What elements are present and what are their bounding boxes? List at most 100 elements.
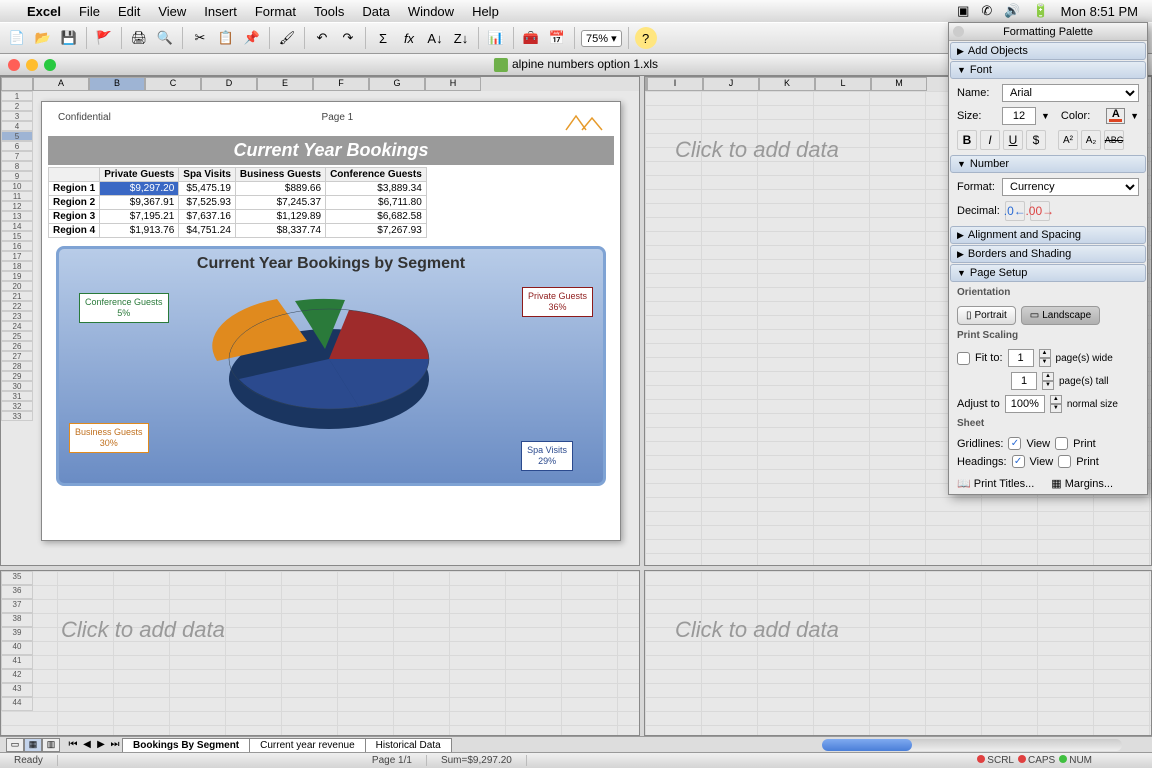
paste-button[interactable]: 📌 xyxy=(241,27,263,49)
tab-historical[interactable]: Historical Data xyxy=(365,738,452,752)
landscape-button[interactable]: ▭ Landscape xyxy=(1021,306,1100,325)
fit-wide-input[interactable] xyxy=(1008,349,1034,367)
menu-insert[interactable]: Insert xyxy=(204,4,237,19)
copy-button[interactable]: 📋 xyxy=(215,27,237,49)
open-button[interactable]: 📂 xyxy=(32,27,54,49)
horizontal-scrollbar[interactable] xyxy=(822,739,1122,751)
superscript-button[interactable]: A² xyxy=(1058,130,1078,150)
section-font[interactable]: ▼Font xyxy=(950,61,1146,79)
menu-view[interactable]: View xyxy=(158,4,186,19)
view-layout-button[interactable]: ▦ xyxy=(24,738,42,752)
data-table[interactable]: Private GuestsSpa VisitsBusiness GuestsC… xyxy=(48,167,427,238)
tab-revenue[interactable]: Current year revenue xyxy=(249,738,366,752)
currency-button[interactable]: $ xyxy=(1026,130,1046,150)
help-button[interactable]: ? xyxy=(635,27,657,49)
close-button[interactable] xyxy=(8,59,20,71)
tab-last-button[interactable]: ⏭ xyxy=(108,739,122,750)
save-button[interactable]: 💾 xyxy=(58,27,80,49)
increase-decimal-button[interactable]: .00→ xyxy=(1030,201,1050,221)
view-normal-button[interactable]: ▭ xyxy=(6,738,24,752)
menu-tools[interactable]: Tools xyxy=(314,4,344,19)
subscript-button[interactable]: A₂ xyxy=(1081,130,1101,150)
placeholder-br[interactable]: Click to add data xyxy=(675,617,839,643)
menu-format[interactable]: Format xyxy=(255,4,296,19)
fit-to-checkbox[interactable] xyxy=(957,352,970,365)
adjust-input[interactable] xyxy=(1005,395,1045,413)
section-number[interactable]: ▼Number xyxy=(950,155,1146,173)
pie-chart[interactable]: Current Year Bookings by Segment Private… xyxy=(56,246,606,486)
cut-button[interactable]: ✂ xyxy=(189,27,211,49)
section-borders[interactable]: ▶Borders and Shading xyxy=(950,245,1146,263)
zoom-button[interactable] xyxy=(44,59,56,71)
font-size-input[interactable] xyxy=(1002,107,1036,125)
section-alignment[interactable]: ▶Alignment and Spacing xyxy=(950,226,1146,244)
menu-file[interactable]: File xyxy=(79,4,100,19)
sort-desc-button[interactable]: Z↓ xyxy=(450,27,472,49)
strikethrough-button[interactable]: ABC xyxy=(1104,130,1124,150)
pane-br[interactable]: Click to add data xyxy=(644,570,1152,736)
placeholder-tr[interactable]: Click to add data xyxy=(675,137,839,163)
number-format-select[interactable]: Currency xyxy=(1002,178,1139,196)
volume-icon[interactable]: 🔊 xyxy=(1004,3,1020,19)
col-b[interactable]: B xyxy=(89,77,145,91)
flag-button[interactable]: 🚩 xyxy=(93,27,115,49)
placeholder-bl[interactable]: Click to add data xyxy=(61,617,225,643)
menu-help[interactable]: Help xyxy=(472,4,499,19)
margins-button[interactable]: ▦ Margins... xyxy=(1051,477,1113,490)
menu-window[interactable]: Window xyxy=(408,4,454,19)
new-button[interactable]: 📄 xyxy=(6,27,28,49)
fit-wide-stepper[interactable]: ▲▼ xyxy=(1039,349,1051,367)
zoom-select[interactable]: 75% ▾ xyxy=(581,30,622,47)
underline-button[interactable]: U xyxy=(1003,130,1023,150)
calendar-button[interactable]: 📅 xyxy=(546,27,568,49)
col-a[interactable]: A xyxy=(33,77,89,91)
toolbox-button[interactable]: 🧰 xyxy=(520,27,542,49)
view-break-button[interactable]: ▥ xyxy=(42,738,60,752)
autosum-button[interactable]: Σ xyxy=(372,27,394,49)
minimize-button[interactable] xyxy=(26,59,38,71)
tab-prev-button[interactable]: ◀ xyxy=(80,739,94,750)
portrait-button[interactable]: ▯ Portrait xyxy=(957,306,1016,325)
headings-print-checkbox[interactable] xyxy=(1058,455,1071,468)
tab-bookings[interactable]: Bookings By Segment xyxy=(122,738,250,752)
palette-close-button[interactable] xyxy=(953,26,964,37)
col-d[interactable]: D xyxy=(201,77,257,91)
menu-edit[interactable]: Edit xyxy=(118,4,140,19)
bold-button[interactable]: B xyxy=(957,130,977,150)
print-titles-button[interactable]: 📖 Print Titles... xyxy=(957,477,1034,490)
display-icon[interactable]: ▣ xyxy=(957,3,969,19)
preview-button[interactable]: 🔍 xyxy=(154,27,176,49)
clock[interactable]: Mon 8:51 PM xyxy=(1061,4,1138,19)
print-button[interactable]: 🖨 xyxy=(128,27,150,49)
menu-app[interactable]: Excel xyxy=(27,4,61,19)
undo-button[interactable]: ↶ xyxy=(311,27,333,49)
tab-next-button[interactable]: ▶ xyxy=(94,739,108,750)
sort-asc-button[interactable]: A↓ xyxy=(424,27,446,49)
phone-icon[interactable]: ✆ xyxy=(981,3,992,19)
section-add-objects[interactable]: ▶Add Objects xyxy=(950,42,1146,60)
redo-button[interactable]: ↷ xyxy=(337,27,359,49)
fx-button[interactable]: fx xyxy=(398,27,420,49)
format-painter-button[interactable]: 🖌 xyxy=(276,27,298,49)
pane-bl[interactable]: 35363738394041424344 Click to add data xyxy=(0,570,640,736)
col-h[interactable]: H xyxy=(425,77,481,91)
col-f[interactable]: F xyxy=(313,77,369,91)
italic-button[interactable]: I xyxy=(980,130,1000,150)
gridlines-print-checkbox[interactable] xyxy=(1055,437,1068,450)
tab-first-button[interactable]: ⏮ xyxy=(66,739,80,750)
battery-icon[interactable]: 🔋 xyxy=(1032,3,1048,19)
font-color-button[interactable]: A xyxy=(1106,108,1125,124)
section-page-setup[interactable]: ▼Page Setup xyxy=(950,264,1146,282)
col-c[interactable]: C xyxy=(145,77,201,91)
font-name-select[interactable]: Arial xyxy=(1002,84,1139,102)
chart-button[interactable]: 📊 xyxy=(485,27,507,49)
adjust-stepper[interactable]: ▲▼ xyxy=(1050,395,1062,413)
decrease-decimal-button[interactable]: .0← xyxy=(1005,201,1025,221)
gridlines-view-checkbox[interactable]: ✓ xyxy=(1008,437,1021,450)
headings-view-checkbox[interactable]: ✓ xyxy=(1012,455,1025,468)
fit-tall-input[interactable] xyxy=(1011,372,1037,390)
menu-data[interactable]: Data xyxy=(362,4,389,19)
fit-tall-stepper[interactable]: ▲▼ xyxy=(1042,372,1054,390)
col-e[interactable]: E xyxy=(257,77,313,91)
col-g[interactable]: G xyxy=(369,77,425,91)
